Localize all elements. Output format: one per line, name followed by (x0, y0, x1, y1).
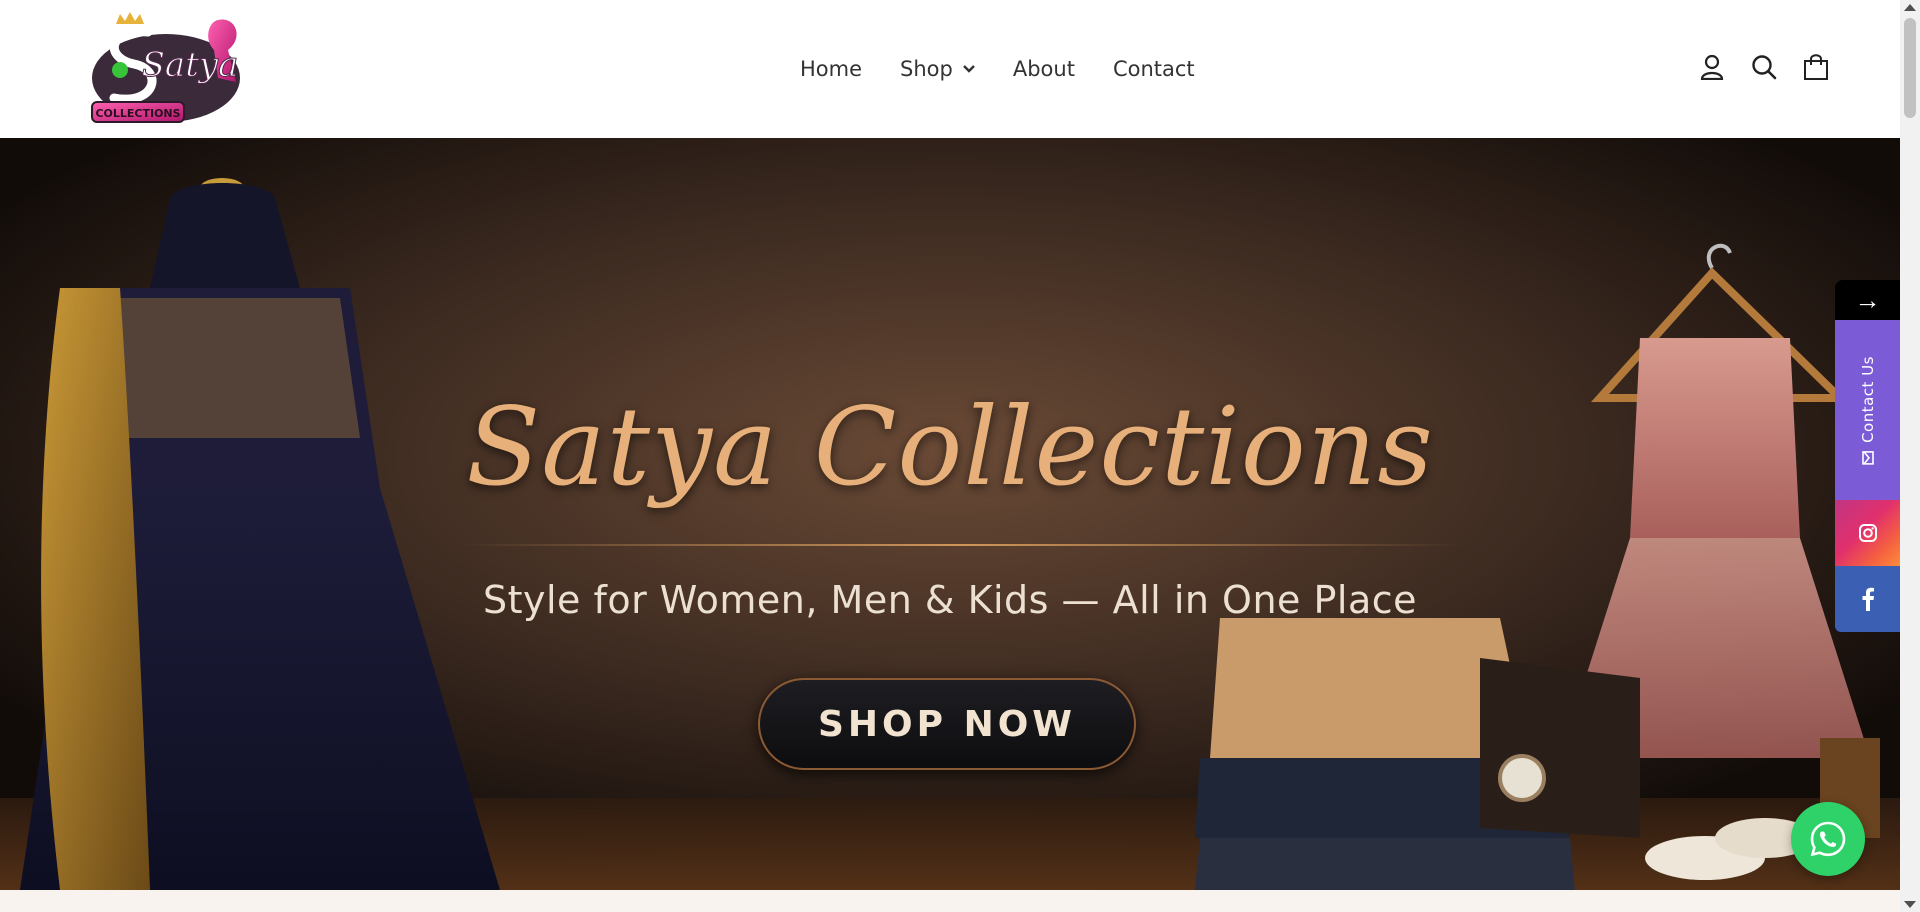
header-icons (1698, 52, 1830, 82)
nav-about[interactable]: About (1013, 54, 1075, 84)
logo-image: COLLECTIONS Satya (91, 12, 240, 123)
scroll-up-icon[interactable] (1904, 4, 1916, 11)
hero-subtitle: Style for Women, Men & Kids — All in One… (482, 578, 1418, 622)
nav-home[interactable]: Home (800, 54, 862, 84)
nav-contact[interactable]: Contact (1113, 54, 1195, 84)
arrow-right-icon[interactable]: → (1835, 280, 1900, 320)
nav-contact-label: Contact (1112, 57, 1195, 81)
page-scrollbar[interactable] (1900, 0, 1920, 912)
facebook-icon (1862, 587, 1874, 611)
logo-text: Satya (142, 45, 239, 85)
site-logo[interactable]: COLLECTIONS Satya (86, 10, 256, 130)
contact-us-tab[interactable]: Contact Us (1835, 320, 1900, 500)
logo-sub: COLLECTIONS (95, 107, 180, 120)
contact-us-label: Contact Us (1858, 355, 1877, 443)
facebook-button[interactable] (1835, 566, 1900, 632)
user-icon[interactable] (1698, 52, 1726, 82)
mail-icon (1861, 450, 1874, 465)
whatsapp-button[interactable] (1791, 802, 1865, 876)
nav-shop-label: Shop (900, 57, 953, 81)
scroll-thumb[interactable] (1904, 18, 1916, 118)
side-social-bar: → Contact Us (1835, 280, 1900, 632)
scroll-down-icon[interactable] (1904, 901, 1916, 908)
hero-divider (460, 544, 1460, 546)
next-section-strip (0, 890, 1900, 912)
site-header: COLLECTIONS Satya Home Shop About Contac… (0, 0, 1900, 138)
hero-background-image (0, 138, 1900, 890)
whatsapp-icon (1810, 821, 1846, 857)
search-icon[interactable] (1750, 52, 1778, 82)
main-nav: Home Shop About Contact (800, 54, 1233, 84)
nav-about-label: About (1012, 57, 1075, 81)
nav-shop[interactable]: Shop (900, 54, 975, 84)
nav-home-label: Home (800, 57, 863, 81)
instagram-button[interactable] (1835, 500, 1900, 566)
instagram-icon (1858, 524, 1877, 542)
hero-title: Satya Collections (466, 385, 1434, 510)
chevron-down-icon (962, 65, 975, 73)
cart-icon[interactable] (1802, 52, 1830, 82)
shop-now-button[interactable]: SHOP NOW (758, 678, 1136, 770)
hero-banner: Satya Collections Style for Women, Men &… (0, 138, 1900, 890)
